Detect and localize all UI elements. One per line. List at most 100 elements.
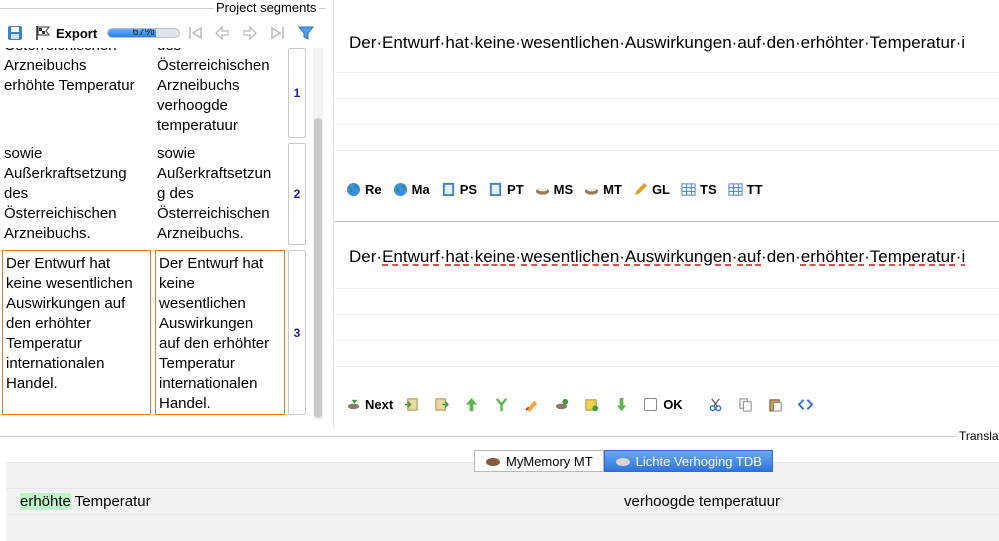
match-source[interactable]: erhöhte Temperatur [20, 493, 151, 510]
segment-target[interactable]: des Österreichischen Arzneibuchs verhoog… [157, 48, 287, 136]
translation-panel-divider [0, 436, 999, 437]
save-icon[interactable] [6, 24, 24, 42]
resource-button-ps[interactable]: PS [441, 182, 477, 197]
ruled-line [335, 340, 999, 341]
segments-toolbar: Export 67% [0, 20, 326, 48]
clear-button[interactable] [524, 397, 543, 412]
filter-icon[interactable] [297, 24, 315, 42]
ruled-line [335, 314, 999, 315]
add-to-memory-button[interactable] [554, 397, 573, 412]
resource-button-ts[interactable]: TS [681, 182, 717, 197]
replace-source-button[interactable] [434, 397, 453, 412]
tab-label: Lichte Verhoging TDB [635, 453, 762, 469]
progress-bar: 67% [107, 28, 180, 38]
active-segment-source[interactable]: Der Entwurf hat keine wesentlichen Auswi… [2, 250, 151, 415]
next-segment-icon[interactable] [241, 24, 259, 42]
first-segment-icon[interactable] [186, 24, 204, 42]
segment-number[interactable]: 2 [288, 143, 306, 245]
insert-source-button[interactable] [404, 397, 423, 412]
match-target[interactable]: verhoogde temperatuur [624, 493, 780, 510]
merge-button[interactable] [494, 397, 513, 412]
match-highlight: erhöhte [20, 493, 71, 510]
merge-icon [496, 397, 508, 411]
resource-label: Ma [411, 181, 430, 197]
paste-button[interactable] [768, 397, 787, 412]
last-segment-icon[interactable] [269, 24, 287, 42]
segment-target[interactable]: sowie Außerkraftsetzun g des Österreichi… [157, 144, 287, 244]
edit-toolbar: Next OK [346, 393, 828, 415]
progress-text: 67% [132, 28, 155, 38]
cup-icon [585, 187, 599, 195]
target-word: i [961, 247, 966, 266]
cut-button[interactable] [708, 397, 727, 412]
add-term-button[interactable] [584, 397, 603, 412]
arrow-up-icon [466, 397, 478, 411]
tags-button[interactable] [797, 397, 817, 412]
ruled-line [6, 488, 999, 489]
tab-mymemory-mt[interactable]: MyMemory MT [474, 450, 604, 472]
active-segment-target[interactable]: Der Entwurf hat keine wesentlichen Auswi… [155, 250, 285, 415]
copy-button[interactable] [738, 397, 757, 412]
resource-button-gl[interactable]: GL [633, 182, 670, 197]
project-segments-panel: Project segments Export 67% Österr [0, 0, 326, 428]
ruled-line [335, 124, 999, 125]
match-source-rest: Temperatur [70, 493, 151, 510]
target-editor[interactable]: Der·Entwurf·hat·keine·wesentlichen·Auswi… [349, 247, 965, 267]
cup-icon [615, 458, 630, 466]
globe-icon [346, 182, 361, 196]
resource-label: TS [700, 181, 717, 197]
tab-lichte-verhoging-tdb[interactable]: Lichte Verhoging TDB [603, 450, 773, 472]
insert-source-icon [405, 397, 418, 411]
checkbox-square[interactable] [644, 397, 658, 411]
document-icon [489, 182, 502, 196]
export-button[interactable]: Export [56, 26, 97, 41]
resource-button-pt[interactable]: PT [488, 182, 524, 197]
resource-button-mt[interactable]: MT [584, 182, 622, 197]
resource-label: TT [746, 181, 763, 197]
move-down-button[interactable] [614, 397, 633, 412]
resource-label: MS [553, 181, 574, 197]
segment-list: Österreichischen Arzneibuchs erhöhte Tem… [0, 48, 310, 420]
segment-source[interactable]: Österreichischen Arzneibuchs erhöhte Tem… [4, 48, 150, 96]
source-text: Der·Entwurf·hat·keine·wesentlichen·Auswi… [349, 33, 966, 52]
tab-label: MyMemory MT [506, 453, 593, 469]
ok-checkbox[interactable]: OK [644, 397, 683, 412]
arrow-down-icon [617, 397, 627, 411]
resource-label: MT [603, 181, 622, 197]
move-up-button[interactable] [464, 397, 483, 412]
panel-title: Project segments [214, 0, 319, 15]
panel-separator [333, 0, 334, 428]
globe-icon [393, 182, 407, 196]
resource-label: GL [651, 181, 670, 197]
resource-label: PS [459, 181, 478, 197]
resource-button-re[interactable]: Re [346, 182, 382, 197]
add-memory-icon [556, 398, 569, 409]
copy-icon [739, 397, 752, 412]
tags-icon [797, 398, 813, 410]
resource-button-ms[interactable]: MS [535, 181, 574, 197]
target-word: keine [474, 247, 516, 266]
eraser-icon [525, 400, 538, 412]
resource-label: Re [365, 181, 382, 197]
target-word: Der [349, 247, 377, 266]
segments-scrollbar[interactable] [313, 48, 323, 420]
previous-segment-icon[interactable] [213, 24, 231, 42]
add-term-icon [585, 398, 599, 411]
table-icon [728, 182, 743, 196]
translation-panel-title: Transla [956, 429, 999, 443]
segment-source[interactable]: sowie Außerkraftsetzung des Österreichis… [4, 144, 150, 244]
segment-number[interactable]: 3 [288, 250, 306, 415]
target-word: hat [445, 247, 470, 266]
target-word: Temperatur [869, 247, 956, 266]
segment-number[interactable]: 1 [288, 48, 306, 138]
next-button[interactable]: Next [346, 397, 393, 412]
scrollbar-thumb[interactable] [314, 118, 322, 418]
resource-button-tt[interactable]: TT [728, 182, 763, 197]
ok-label: OK [663, 396, 683, 412]
cup-icon [535, 187, 549, 195]
paste-icon [769, 398, 782, 412]
ruled-line [335, 72, 999, 73]
export-flag-icon[interactable] [34, 24, 52, 42]
cup-icon [486, 458, 500, 466]
resource-button-ma[interactable]: Ma [393, 182, 430, 197]
